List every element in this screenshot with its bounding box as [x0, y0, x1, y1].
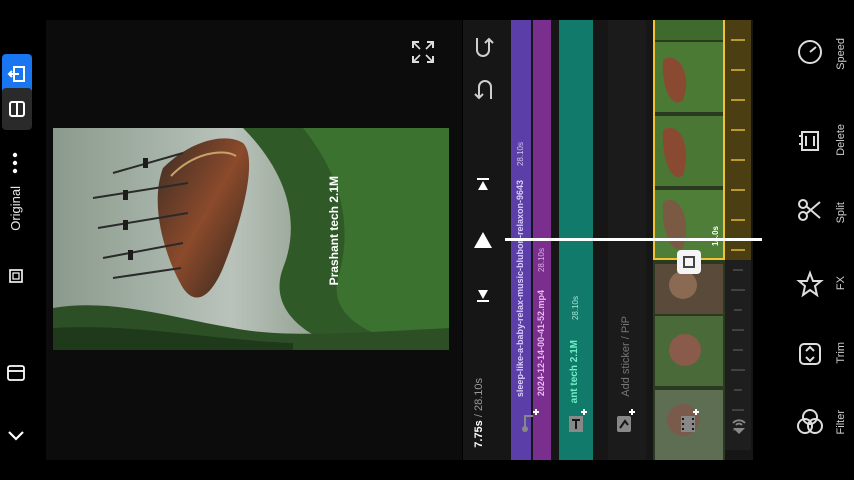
add-text-button[interactable]	[567, 408, 589, 439]
prev-frame-button[interactable]	[475, 178, 491, 192]
music-track-duration: 28.10s	[516, 142, 525, 167]
trim-icon	[799, 343, 821, 365]
sticker-track-label: Add sticker / PiP	[620, 316, 632, 397]
chevron-down-icon	[8, 431, 24, 441]
redo-icon	[476, 37, 494, 57]
preview-frame: Prashant tech 2.1M	[53, 128, 449, 350]
edit-toolbar: Speed Delete Split FX Trim Filter	[762, 20, 854, 460]
tool-split[interactable]: Split	[762, 178, 854, 248]
add-clip-button[interactable]	[679, 408, 701, 439]
text-add-icon	[569, 409, 587, 432]
tool-speed-label: Speed	[835, 38, 847, 70]
add-sticker-button[interactable]	[615, 408, 637, 439]
layout-button[interactable]	[2, 88, 32, 130]
sticker-add-icon	[617, 409, 635, 432]
exit-icon	[7, 66, 25, 82]
music-add-icon	[522, 409, 539, 432]
tool-delete-label: Delete	[835, 124, 847, 156]
play-button[interactable]	[472, 230, 494, 250]
time-readout: 7.75s / 28.10s	[473, 378, 485, 448]
clip-trim-handle[interactable]	[677, 250, 701, 274]
video-track-duration: 28.10s	[537, 248, 546, 273]
collapse-button[interactable]	[5, 424, 27, 446]
tool-speed[interactable]: Speed	[762, 20, 854, 90]
tool-trim-label: Trim	[835, 342, 847, 364]
text-overlay[interactable]: Prashant tech 2.1M	[327, 176, 341, 285]
speedometer-icon	[798, 40, 822, 64]
selected-clip-duration: 14.0s	[711, 226, 720, 247]
filter-icon	[797, 409, 823, 434]
playhead[interactable]	[505, 238, 763, 241]
sidebar-panel-button[interactable]	[5, 362, 27, 384]
panel-icon	[7, 365, 25, 381]
trim-square-icon	[683, 256, 695, 268]
ship-landscape-image	[53, 128, 449, 350]
fullscreen-icon	[412, 41, 434, 63]
tool-filter-label: Filter	[835, 410, 847, 435]
text-track-label: ant tech 2.1M	[569, 340, 580, 404]
trim-handle	[731, 39, 745, 251]
aspect-ratio-selector[interactable]: Original	[4, 186, 28, 290]
film-add-icon	[681, 409, 699, 432]
current-time: 7.75s	[473, 420, 485, 448]
tool-trim[interactable]: Trim	[762, 322, 854, 392]
tool-fx-label: FX	[835, 276, 847, 291]
video-track-label: 2024-12-14-00-41-52.mp4	[536, 290, 546, 397]
trash-icon	[799, 131, 819, 151]
text-track-duration: 28.10s	[571, 296, 580, 321]
left-rail: Original	[0, 20, 46, 460]
tool-fx[interactable]: FX	[762, 252, 854, 322]
play-icon	[474, 232, 492, 248]
layout-icon	[9, 101, 25, 117]
next-frame-button[interactable]	[475, 288, 491, 302]
timeline-panel[interactable]: 7.75s / 28.10s sleep-like-a-baby-relax-m…	[463, 20, 777, 460]
fullscreen-button[interactable]	[410, 39, 436, 65]
selected-clip[interactable]: 14.0s	[653, 20, 725, 260]
tool-filter[interactable]: Filter	[762, 390, 854, 460]
undo-icon	[474, 80, 492, 100]
redo-button[interactable]	[471, 34, 499, 62]
more-button[interactable]	[12, 152, 18, 174]
tool-delete[interactable]: Delete	[762, 108, 854, 178]
total-time: / 28.10s	[473, 378, 485, 418]
undo-button[interactable]	[471, 77, 499, 105]
frame-icon	[9, 269, 23, 283]
selection-handle-strip[interactable]	[725, 20, 751, 260]
skip-end-icon	[477, 290, 489, 302]
star-icon	[796, 270, 824, 298]
skip-start-icon	[477, 178, 489, 190]
music-track-label: sleep-like-a-baby-relax-music-blubon-rel…	[515, 180, 525, 398]
audio-record-button[interactable]	[729, 414, 749, 441]
tool-split-label: Split	[835, 202, 847, 224]
add-music-button[interactable]	[519, 408, 541, 439]
scissors-icon	[798, 199, 821, 221]
audio-icon	[732, 419, 746, 434]
aspect-ratio-label: Original	[8, 186, 23, 231]
more-vertical-icon	[12, 152, 18, 174]
